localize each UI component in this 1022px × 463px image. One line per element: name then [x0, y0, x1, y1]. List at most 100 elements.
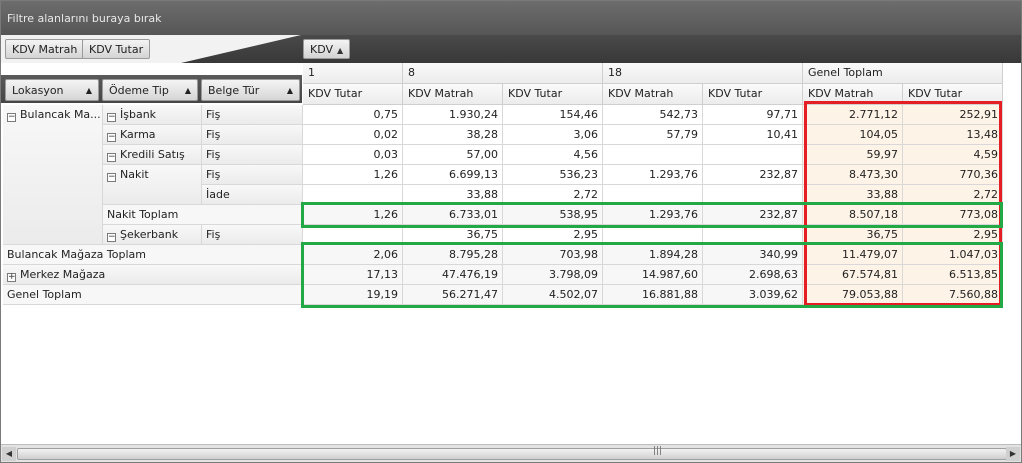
column-group-header[interactable]: 18 — [603, 63, 803, 84]
value-cell[interactable]: 3.039,62 — [703, 285, 803, 305]
value-cell[interactable]: 6.733,01 — [403, 205, 503, 225]
row-header-total[interactable]: + Merkez Mağaza — [3, 265, 303, 285]
value-cell[interactable]: 67.574,81 — [803, 265, 903, 285]
value-cell[interactable]: 104,05 — [803, 125, 903, 145]
value-cell[interactable]: 4,59 — [903, 145, 1003, 165]
row-header-odeme-tip[interactable]: − İşbank — [103, 105, 202, 125]
value-cell[interactable]: 1.293,76 — [603, 205, 703, 225]
value-cell[interactable]: 7.560,88 — [903, 285, 1003, 305]
value-cell[interactable]: 1,26 — [303, 205, 403, 225]
value-cell[interactable]: 36,75 — [403, 225, 503, 245]
column-group-header[interactable]: 1 — [303, 63, 403, 84]
value-column-header[interactable]: KDV Matrah — [603, 84, 703, 105]
value-cell[interactable]: 4,56 — [503, 145, 603, 165]
value-column-header[interactable]: KDV Tutar — [903, 84, 1003, 105]
value-column-header[interactable]: KDV Matrah — [403, 84, 503, 105]
value-cell[interactable]: 56.271,47 — [403, 285, 503, 305]
scroll-right-icon[interactable]: ▶ — [1006, 447, 1020, 461]
value-cell[interactable]: 1.047,03 — [903, 245, 1003, 265]
value-cell[interactable] — [303, 225, 403, 245]
collapse-icon[interactable]: − — [107, 173, 116, 182]
value-cell[interactable]: 16.881,88 — [603, 285, 703, 305]
value-cell[interactable]: 13,48 — [903, 125, 1003, 145]
value-cell[interactable]: 6.513,85 — [903, 265, 1003, 285]
collapse-icon[interactable]: − — [107, 233, 116, 242]
expand-icon[interactable]: + — [7, 273, 16, 282]
value-cell[interactable]: 59,97 — [803, 145, 903, 165]
value-cell[interactable]: 1.930,24 — [403, 105, 503, 125]
value-cell[interactable]: 97,71 — [703, 105, 803, 125]
value-cell[interactable]: 8.507,18 — [803, 205, 903, 225]
value-cell[interactable]: 10,41 — [703, 125, 803, 145]
value-cell[interactable] — [703, 145, 803, 165]
value-cell[interactable]: 703,98 — [503, 245, 603, 265]
value-cell[interactable]: 3,06 — [503, 125, 603, 145]
value-column-header[interactable]: KDV Tutar — [303, 84, 403, 105]
value-cell[interactable]: 57,79 — [603, 125, 703, 145]
value-cell[interactable]: 33,88 — [403, 185, 503, 205]
value-cell[interactable]: 2.771,12 — [803, 105, 903, 125]
row-header-lokasyon[interactable]: − Bulancak Ma... — [3, 105, 103, 245]
value-cell[interactable]: 8.473,30 — [803, 165, 903, 185]
value-cell[interactable]: 4.502,07 — [503, 285, 603, 305]
column-field-chip-kdv[interactable]: KDV ▲ — [303, 39, 351, 59]
row-header-odeme-tip[interactable]: − Nakit — [103, 165, 202, 205]
horizontal-scrollbar[interactable]: ◀ ||| ▶ — [1, 444, 1021, 462]
value-cell[interactable]: 2,95 — [903, 225, 1003, 245]
row-field-chip-odeme-tip[interactable]: Ödeme Tip ▲ — [102, 79, 198, 101]
collapse-icon[interactable]: − — [107, 133, 116, 142]
value-cell[interactable]: 19,19 — [303, 285, 403, 305]
value-cell[interactable]: 57,00 — [403, 145, 503, 165]
value-cell[interactable] — [703, 185, 803, 205]
column-group-header[interactable]: 8 — [403, 63, 603, 84]
value-cell[interactable]: 252,91 — [903, 105, 1003, 125]
value-cell[interactable]: 2.698,63 — [703, 265, 803, 285]
value-cell[interactable]: 2,06 — [303, 245, 403, 265]
value-cell[interactable]: 1.894,28 — [603, 245, 703, 265]
value-cell[interactable]: 14.987,60 — [603, 265, 703, 285]
value-cell[interactable]: 11.479,07 — [803, 245, 903, 265]
value-cell[interactable]: 232,87 — [703, 205, 803, 225]
value-cell[interactable]: 770,36 — [903, 165, 1003, 185]
value-cell[interactable]: 3.798,09 — [503, 265, 603, 285]
value-cell[interactable] — [603, 145, 703, 165]
value-cell[interactable]: 2,72 — [903, 185, 1003, 205]
filter-drop-area[interactable]: Filtre alanlarını buraya bırak — [1, 1, 1021, 35]
row-field-chip-lokasyon[interactable]: Lokasyon ▲ — [5, 79, 99, 101]
value-cell[interactable]: 0,03 — [303, 145, 403, 165]
value-cell[interactable]: 8.795,28 — [403, 245, 503, 265]
value-cell[interactable] — [703, 225, 803, 245]
value-cell[interactable] — [303, 185, 403, 205]
value-cell[interactable]: 1,26 — [303, 165, 403, 185]
collapse-icon[interactable]: − — [107, 153, 116, 162]
collapse-icon[interactable]: − — [7, 113, 16, 122]
row-header-odeme-tip[interactable]: − Şekerbank — [103, 225, 202, 245]
value-cell[interactable]: 340,99 — [703, 245, 803, 265]
row-header-odeme-tip[interactable]: − Karma — [103, 125, 202, 145]
value-cell[interactable]: 47.476,19 — [403, 265, 503, 285]
value-cell[interactable]: 1.293,76 — [603, 165, 703, 185]
row-header-odeme-tip[interactable]: − Kredili Satış — [103, 145, 202, 165]
value-cell[interactable]: 2,72 — [503, 185, 603, 205]
value-cell[interactable] — [603, 185, 703, 205]
value-cell[interactable]: 773,08 — [903, 205, 1003, 225]
scroll-left-icon[interactable]: ◀ — [2, 447, 16, 461]
value-cell[interactable]: 154,46 — [503, 105, 603, 125]
value-cell[interactable]: 0,02 — [303, 125, 403, 145]
value-cell[interactable]: 79.053,88 — [803, 285, 903, 305]
value-cell[interactable]: 232,87 — [703, 165, 803, 185]
value-cell[interactable]: 2,95 — [503, 225, 603, 245]
value-column-header[interactable]: KDV Matrah — [803, 84, 903, 105]
value-cell[interactable]: 538,95 — [503, 205, 603, 225]
value-cell[interactable] — [603, 225, 703, 245]
value-cell[interactable]: 0,75 — [303, 105, 403, 125]
value-cell[interactable]: 17,13 — [303, 265, 403, 285]
value-cell[interactable]: 542,73 — [603, 105, 703, 125]
value-cell[interactable]: 36,75 — [803, 225, 903, 245]
field-chip-kdv-matrah[interactable]: KDV Matrah — [5, 39, 85, 59]
collapse-icon[interactable]: − — [107, 113, 116, 122]
value-cell[interactable]: 33,88 — [803, 185, 903, 205]
value-column-header[interactable]: KDV Tutar — [503, 84, 603, 105]
column-group-header[interactable]: Genel Toplam — [803, 63, 1003, 84]
value-column-header[interactable]: KDV Tutar — [703, 84, 803, 105]
